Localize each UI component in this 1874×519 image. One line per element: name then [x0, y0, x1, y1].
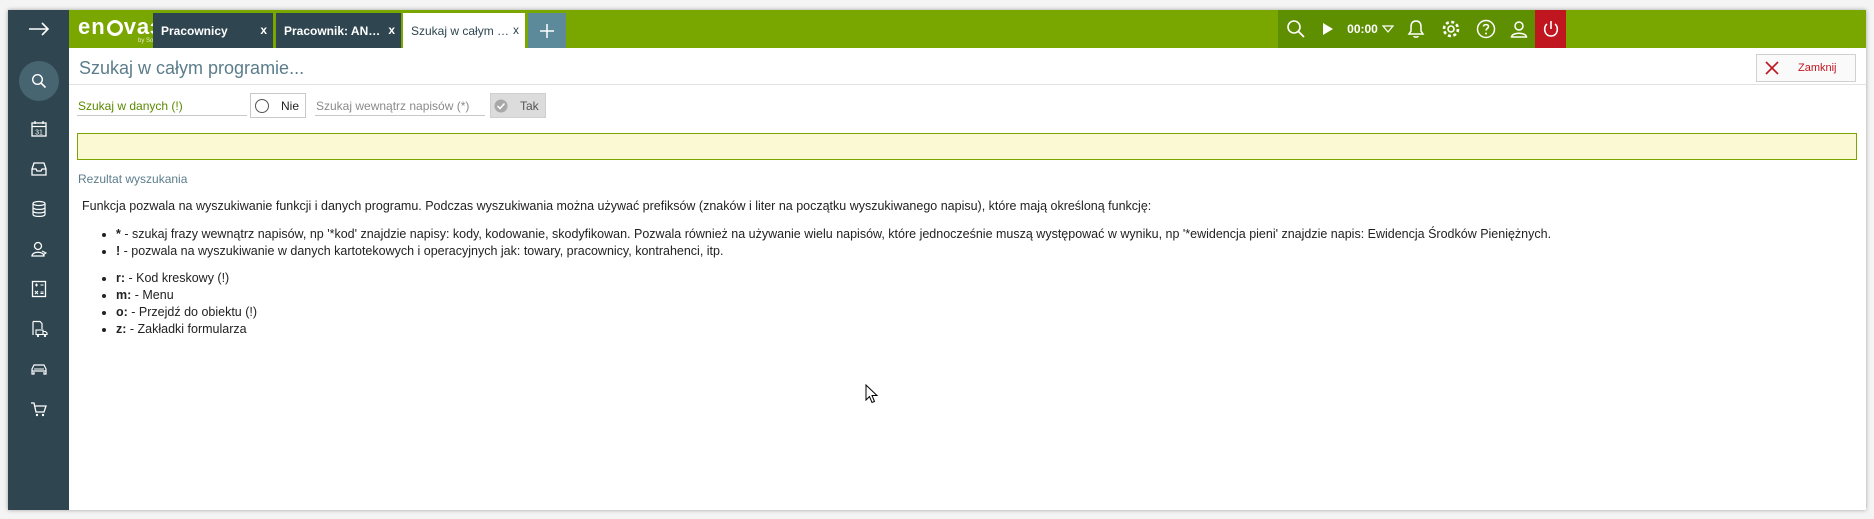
- database-icon: [31, 200, 46, 217]
- title-divider: [69, 84, 1866, 85]
- timer-dropdown[interactable]: 00:00: [1343, 10, 1398, 48]
- logout-button[interactable]: [1535, 10, 1566, 48]
- tab-label: Pracownik: ANDRZE...: [284, 23, 384, 38]
- sidebar-item-database[interactable]: [8, 189, 69, 229]
- timer-dropdown-icon: [1381, 25, 1394, 33]
- field-underline: [315, 115, 485, 116]
- timer-value: 00:00: [1347, 22, 1378, 36]
- calendar-icon: 31: [30, 121, 47, 137]
- timer-play-button[interactable]: [1313, 10, 1343, 48]
- play-icon: [1323, 23, 1333, 35]
- tab-pracownik[interactable]: Pracownik: ANDRZE... x: [276, 13, 401, 48]
- search-in-data-label: Szukaj w danych (!): [78, 99, 183, 113]
- top-bar: enva365 by Soneta Pracownicy x Pracownik…: [8, 10, 1866, 48]
- gear-icon: [1442, 20, 1459, 38]
- tab-label: Pracownicy: [161, 23, 228, 38]
- search-icon: [1286, 20, 1305, 38]
- sidebar-item-cart[interactable]: [8, 389, 69, 429]
- check-circle-icon: [494, 99, 508, 112]
- search-inside-toggle[interactable]: Tak: [490, 93, 546, 118]
- search-input[interactable]: [77, 133, 1857, 160]
- list-item: r: - Kod kreskowy (!): [116, 270, 1551, 287]
- tab-label: Szukaj w całym progr...: [411, 23, 511, 38]
- user-button[interactable]: [1503, 10, 1535, 48]
- main-content: Szukaj w całym programie... Zamknij Szuk…: [69, 48, 1866, 510]
- radio-icon: [255, 98, 269, 113]
- list-item: z: - Zakładki formularza: [116, 321, 1551, 338]
- bell-icon: [1407, 20, 1424, 38]
- help-text: Funkcja pozwala na wyszukiwanie funkcji …: [82, 198, 1551, 338]
- sidebar-item-search[interactable]: [8, 61, 69, 101]
- settings-button[interactable]: [1433, 10, 1468, 48]
- tab-close-button[interactable]: x: [513, 23, 519, 37]
- tab-close-button[interactable]: x: [388, 23, 395, 37]
- close-button-label: Zamknij: [1798, 62, 1837, 74]
- help-icon: [1476, 19, 1495, 39]
- tab-szukaj[interactable]: Szukaj w całym progr... x: [403, 13, 525, 48]
- svg-text:31: 31: [35, 130, 43, 137]
- app-window: enva365 by Soneta Pracownicy x Pracownik…: [8, 10, 1866, 510]
- list-item: m: - Menu: [116, 287, 1551, 304]
- cart-icon: [30, 402, 47, 417]
- arrow-right-icon: [28, 22, 49, 36]
- list-item: o: - Przejdź do obiektu (!): [116, 304, 1551, 321]
- mouse-cursor-icon: [865, 384, 879, 404]
- sidebar-item-calculator[interactable]: [8, 269, 69, 309]
- sidebar-item-vehicles[interactable]: [8, 349, 69, 389]
- prefix-list: * - szukaj frazy wewnątrz napisów, np '*…: [116, 226, 1551, 260]
- close-icon: [1759, 60, 1785, 76]
- help-button[interactable]: [1468, 10, 1503, 48]
- inbox-icon: [30, 162, 47, 176]
- toggle-value: Tak: [520, 98, 539, 113]
- calculator-icon: [31, 280, 46, 298]
- user-icon: [1510, 21, 1528, 38]
- sidebar: 31: [8, 48, 69, 510]
- add-tab-button[interactable]: [528, 13, 566, 48]
- plus-icon: [540, 23, 554, 38]
- menu-toggle-button[interactable]: [8, 10, 69, 48]
- search-result-label: Rezultat wyszukania: [78, 172, 188, 186]
- sidebar-item-users[interactable]: [8, 229, 69, 269]
- car-icon: [30, 364, 47, 375]
- tab-pracownicy[interactable]: Pracownicy x: [153, 13, 273, 48]
- list-item: * - szukaj frazy wewnątrz napisów, np '*…: [116, 226, 1551, 243]
- search-inside-label: Szukaj wewnątrz napisów (*): [316, 99, 470, 113]
- document-truck-icon: [31, 320, 48, 338]
- app-root: enva365 by Soneta Pracownicy x Pracownik…: [0, 0, 1874, 519]
- sidebar-item-calendar[interactable]: 31: [8, 109, 69, 149]
- sidebar-item-transport[interactable]: [8, 309, 69, 349]
- power-icon: [1543, 21, 1558, 37]
- field-underline: [77, 115, 247, 116]
- sidebar-item-inbox[interactable]: [8, 149, 69, 189]
- close-button[interactable]: Zamknij: [1756, 54, 1856, 82]
- users-icon: [30, 241, 47, 257]
- notifications-button[interactable]: [1398, 10, 1433, 48]
- list-item: ! - pozwala na wyszukiwanie w danych kar…: [116, 243, 1551, 260]
- shortcut-list: r: - Kod kreskowy (!) m: - Menu o: - Prz…: [116, 270, 1551, 338]
- help-intro: Funkcja pozwala na wyszukiwanie funkcji …: [82, 199, 1152, 213]
- search-icon: [31, 73, 46, 89]
- tab-close-button[interactable]: x: [260, 23, 267, 37]
- toggle-value: Nie: [281, 98, 300, 113]
- search-in-data-toggle[interactable]: Nie: [250, 93, 306, 118]
- global-search-button[interactable]: [1278, 10, 1313, 48]
- page-title: Szukaj w całym programie...: [79, 58, 305, 78]
